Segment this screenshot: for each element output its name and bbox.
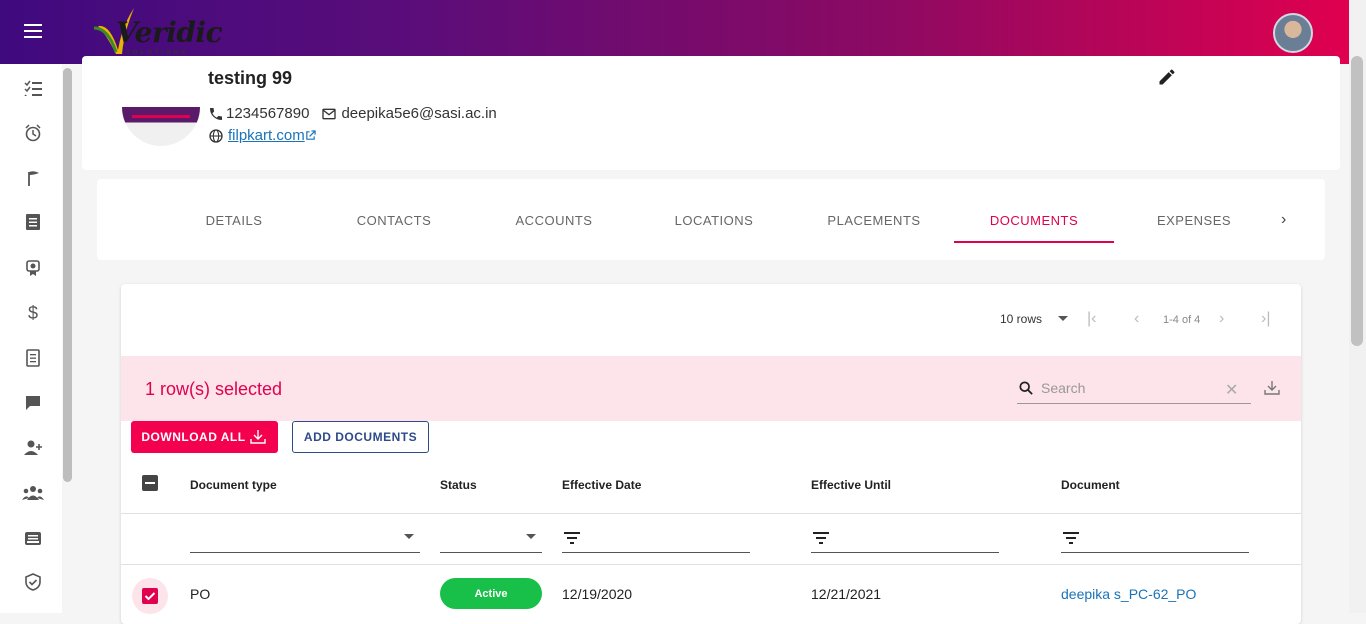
column-header-document-type[interactable]: Document type — [190, 478, 277, 492]
filter-icon[interactable] — [813, 532, 829, 544]
first-page-icon[interactable]: |‹ — [1087, 310, 1096, 328]
chevron-down-icon[interactable] — [1058, 316, 1068, 321]
profile-card: testing 99 1234567890 deepika5e6@sasi.ac… — [82, 56, 1340, 170]
active-tab-indicator — [954, 241, 1114, 243]
selection-count: 1 row(s) selected — [145, 379, 283, 399]
alarm-clock-icon[interactable] — [22, 122, 44, 144]
page-range: 1-4 of 4 — [1163, 314, 1201, 326]
filter-icon[interactable] — [1063, 532, 1079, 544]
contact-row: 1234567890 deepika5e6@sasi.ac.in — [208, 105, 497, 122]
tabs-bar: DETAILS CONTACTS ACCOUNTS LOCATIONS PLAC… — [97, 179, 1325, 260]
profile-name: testing 99 — [208, 68, 293, 88]
download-all-button[interactable]: DOWNLOAD ALL — [131, 421, 278, 453]
cell-effective-date: 12/19/2020 — [562, 586, 633, 602]
column-header-document[interactable]: Document — [1061, 478, 1120, 492]
menu-icon[interactable] — [24, 24, 44, 40]
cell-effective-until: 12/21/2021 — [811, 586, 882, 602]
external-link-icon[interactable] — [305, 130, 316, 141]
flag-icon[interactable] — [22, 167, 44, 189]
tab-placements[interactable]: PLACEMENTS — [794, 213, 954, 228]
column-header-effective-date[interactable]: Effective Date — [562, 478, 641, 492]
edit-icon[interactable] — [1157, 67, 1177, 87]
selection-bar: 1 row(s) selected ✕ — [121, 356, 1301, 421]
download-all-label: DOWNLOAD ALL — [141, 430, 246, 444]
download-icon — [249, 430, 266, 444]
search-input[interactable] — [1041, 380, 1221, 396]
status-filter[interactable] — [440, 552, 542, 553]
company-logo[interactable]: Veridic SOLUTIONS — [92, 6, 223, 60]
chevron-down-icon[interactable] — [404, 534, 414, 539]
column-header-effective-until[interactable]: Effective Until — [811, 478, 891, 492]
sidebar-scrollbar-thumb[interactable] — [63, 68, 72, 482]
documents-table-card: 10 rows |‹ ‹ 1-4 of 4 › ›| 1 row(s) sele… — [121, 284, 1301, 624]
group-icon[interactable] — [22, 482, 44, 504]
profile-image — [122, 68, 200, 146]
chevron-down-icon[interactable] — [526, 534, 536, 539]
dollar-icon[interactable]: $ — [22, 302, 44, 324]
add-person-icon[interactable] — [22, 437, 44, 459]
email-address: deepika5e6@sasi.ac.in — [341, 105, 497, 122]
select-all-checkbox[interactable] — [142, 475, 158, 491]
page-scrollbar-thumb[interactable] — [1351, 56, 1363, 346]
status-badge: Active — [440, 578, 542, 609]
chat-icon[interactable] — [22, 392, 44, 414]
list-box-icon[interactable] — [22, 211, 44, 233]
sidebar: $ — [0, 64, 62, 613]
download-icon[interactable] — [1262, 378, 1282, 398]
user-avatar[interactable] — [1273, 13, 1313, 53]
filter-divider — [121, 564, 1301, 565]
effective-until-filter[interactable] — [811, 552, 999, 553]
tab-details[interactable]: DETAILS — [154, 213, 314, 228]
shield-check-icon[interactable] — [22, 571, 44, 593]
cell-document-type: PO — [190, 586, 211, 602]
checklist-icon[interactable] — [22, 77, 44, 99]
page-scrollbar[interactable] — [1349, 0, 1366, 613]
column-header-status[interactable]: Status — [440, 478, 477, 492]
row-checkbox[interactable] — [142, 588, 158, 604]
tab-contacts[interactable]: CONTACTS — [314, 213, 474, 228]
tab-expenses[interactable]: EXPENSES — [1114, 213, 1274, 228]
website-link[interactable]: filpkart.com — [228, 127, 305, 144]
chevron-right-icon[interactable]: › — [1281, 211, 1286, 229]
inbox-icon[interactable] — [22, 527, 44, 549]
search-icon — [1019, 381, 1033, 395]
add-documents-button[interactable]: ADD DOCUMENTS — [292, 421, 429, 453]
filter-icon[interactable] — [564, 532, 580, 544]
row-checkbox-ripple — [132, 578, 168, 614]
clear-search-icon[interactable]: ✕ — [1225, 380, 1238, 400]
tab-documents[interactable]: DOCUMENTS — [954, 213, 1114, 228]
rows-per-page-select[interactable]: 10 rows — [1000, 312, 1042, 326]
logo-text: Veridic — [116, 16, 223, 49]
sidebar-scrollbar[interactable] — [62, 64, 74, 613]
phone-number: 1234567890 — [226, 105, 310, 122]
document-filter[interactable] — [1061, 552, 1249, 553]
header-divider — [121, 513, 1301, 514]
email-icon — [322, 108, 337, 119]
website-row: filpkart.com — [208, 127, 316, 144]
phone-icon — [210, 107, 222, 120]
effective-date-filter[interactable] — [562, 552, 750, 553]
document-icon[interactable] — [22, 347, 44, 369]
document-link[interactable]: deepika s_PC-62_PO — [1061, 586, 1196, 602]
previous-page-icon[interactable]: ‹ — [1134, 310, 1139, 328]
globe-icon — [209, 128, 223, 143]
document-type-filter[interactable] — [190, 552, 420, 553]
tab-accounts[interactable]: ACCOUNTS — [474, 213, 634, 228]
last-page-icon[interactable]: ›| — [1261, 310, 1270, 328]
tab-locations[interactable]: LOCATIONS — [634, 213, 794, 228]
search-box: ✕ — [1017, 374, 1251, 404]
next-page-icon[interactable]: › — [1219, 310, 1224, 328]
badge-icon[interactable] — [22, 257, 44, 279]
top-app-bar: Veridic SOLUTIONS — [0, 0, 1349, 64]
